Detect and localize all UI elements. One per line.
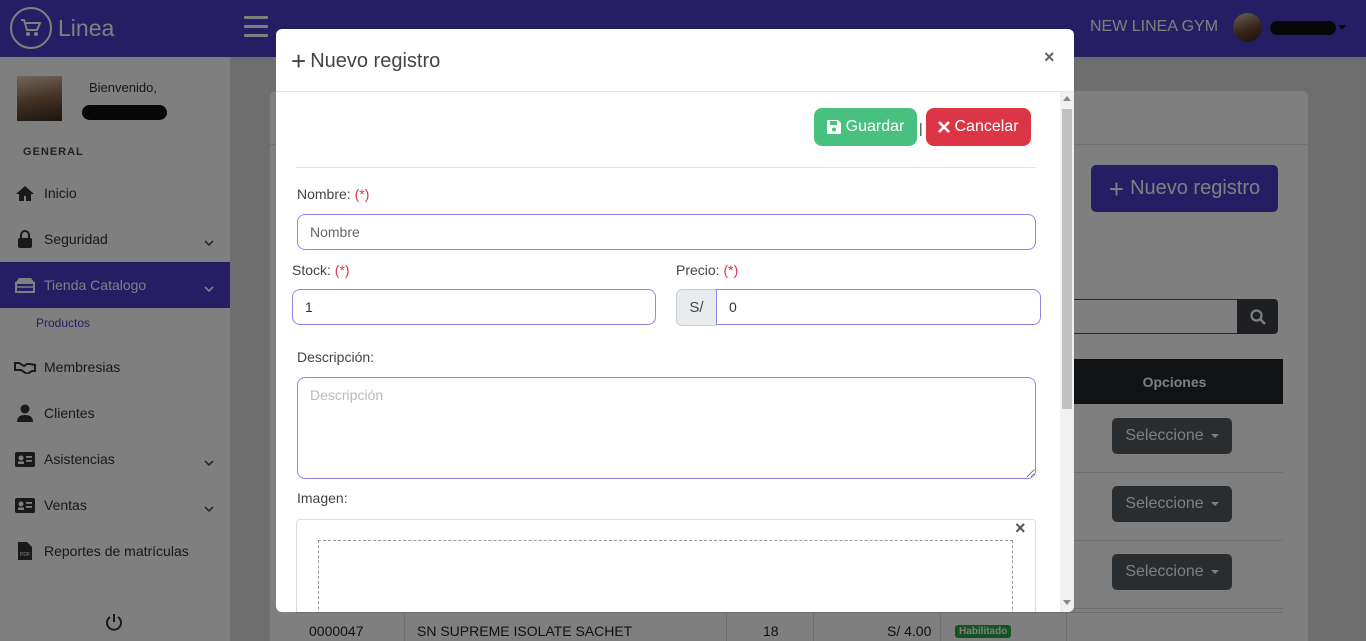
cancel-label: Cancelar bbox=[954, 118, 1019, 135]
floppy-disk-icon bbox=[826, 120, 841, 134]
scroll-down-icon[interactable] bbox=[1063, 600, 1071, 605]
nombre-label: Nombre: (*) bbox=[297, 186, 369, 202]
required-mark: (*) bbox=[723, 262, 739, 278]
modal-body: Guardar | Cancelar Nombre: (*) Stock: (*… bbox=[276, 92, 1060, 612]
required-mark: (*) bbox=[334, 262, 350, 278]
modal-title: + Nuevo registro bbox=[291, 48, 440, 74]
close-icon[interactable]: × bbox=[1015, 518, 1026, 539]
precio-input[interactable] bbox=[716, 289, 1041, 325]
plus-icon: + bbox=[291, 46, 307, 76]
button-separator: | bbox=[919, 120, 923, 136]
save-button[interactable]: Guardar bbox=[814, 108, 917, 146]
save-label: Guardar bbox=[845, 118, 905, 135]
nombre-input[interactable] bbox=[297, 214, 1036, 250]
cancel-button[interactable]: Cancelar bbox=[926, 108, 1031, 146]
stock-input[interactable] bbox=[292, 289, 656, 325]
nombre-label-text: Nombre: bbox=[297, 186, 351, 202]
required-mark: (*) bbox=[354, 186, 370, 202]
descripcion-textarea[interactable] bbox=[297, 377, 1036, 479]
scroll-up-icon[interactable] bbox=[1063, 96, 1071, 101]
divider bbox=[296, 167, 1036, 168]
new-record-modal: + Nuevo registro × Guardar | Cancelar No… bbox=[276, 29, 1074, 612]
descripcion-label: Descripción: bbox=[297, 349, 375, 365]
modal-title-text: Nuevo registro bbox=[310, 49, 441, 72]
precio-label-text: Precio: bbox=[676, 262, 720, 278]
stock-label-text: Stock: bbox=[292, 262, 331, 278]
modal-scrollbar[interactable] bbox=[1060, 92, 1074, 612]
image-upload-box: × bbox=[296, 518, 1036, 612]
currency-prefix: S/ bbox=[676, 289, 717, 326]
stock-label: Stock: (*) bbox=[292, 262, 350, 278]
imagen-label: Imagen: bbox=[297, 490, 348, 506]
modal-header: + Nuevo registro × bbox=[276, 29, 1074, 92]
scroll-thumb[interactable] bbox=[1062, 109, 1072, 409]
x-icon bbox=[938, 121, 951, 133]
close-icon[interactable]: × bbox=[1044, 47, 1055, 68]
image-dropzone[interactable] bbox=[318, 540, 1013, 612]
precio-label: Precio: (*) bbox=[676, 262, 738, 278]
